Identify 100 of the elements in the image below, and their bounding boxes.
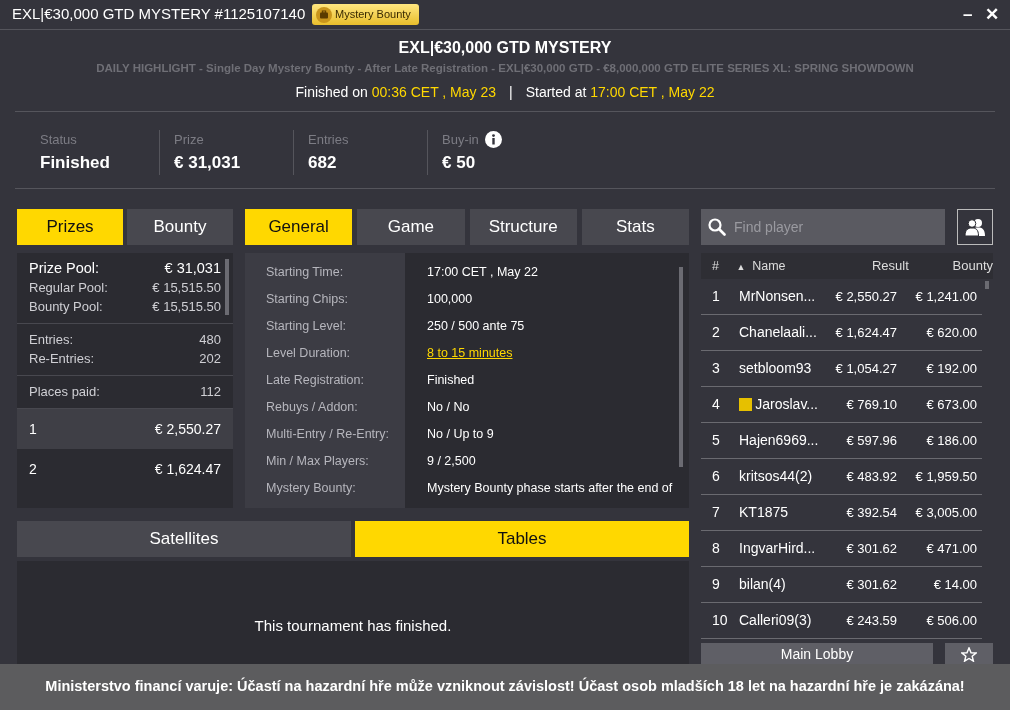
separator: | xyxy=(508,83,514,102)
detail-value: No / No xyxy=(427,399,470,417)
prize-tab[interactable]: Bounty xyxy=(127,209,233,245)
bounty-cell: € 471.00 xyxy=(926,540,977,556)
player-row[interactable]: 6 kritsos44(2) € 483.92 € 1,959.50 xyxy=(701,459,982,495)
payout-amount: € 1,624.47 xyxy=(154,459,221,479)
result-cell: € 392.54 xyxy=(846,504,897,520)
prize-value: € 15,515.50 xyxy=(152,298,221,316)
search-field[interactable]: Find player xyxy=(732,215,939,239)
window-title: EXL|€30,000 GTD MYSTERY #1125107140 xyxy=(12,4,306,25)
prize-label: Bounty Pool: xyxy=(29,298,103,316)
minimize-button[interactable]: – xyxy=(960,6,976,23)
detail-label: Late Registration: xyxy=(266,372,365,390)
players-button[interactable] xyxy=(957,209,993,245)
detail-label: Multi-Entry / Re-Entry: xyxy=(266,426,390,444)
result-cell: € 301.62 xyxy=(846,576,897,592)
player-row[interactable]: 8 IngvarHird... € 301.62 € 471.00 xyxy=(701,531,982,567)
prize-value: € 15,515.50 xyxy=(152,279,221,297)
player-name: Jaroslav... xyxy=(755,395,818,414)
close-button[interactable]: ✕ xyxy=(982,6,1002,23)
rank-cell: 3 xyxy=(712,360,720,376)
prize-value: 202 xyxy=(199,350,221,368)
player-name: IngvarHird... xyxy=(739,539,816,558)
stat-value: Finished xyxy=(40,151,111,174)
search-icon xyxy=(707,218,726,236)
tournament-title: EXL|€30,000 GTD MYSTERY xyxy=(398,38,612,58)
bounty-cell: € 186.00 xyxy=(926,432,977,448)
detail-label: Level Duration: xyxy=(266,345,352,363)
tournament-subtitle: DAILY HIGHLIGHT - Single Day Mystery Bounty - After Late Registration - EXL|€30,000 GTD - €8,000,000 GTD ELITE SERIES XL: SPRING SHOWDOWN xyxy=(96,61,914,76)
bottom-tab[interactable]: Satellites xyxy=(17,521,351,557)
player-row[interactable]: 10 Calleri09(3) € 243.59 € 506.00 xyxy=(701,603,982,639)
stat-label: Entries xyxy=(308,131,349,149)
player-row[interactable]: 9 bilan(4) € 301.62 € 14.00 xyxy=(701,567,982,603)
player-row[interactable]: 5 Hajen6969... € 597.96 € 186.00 xyxy=(701,423,982,459)
stat-value: € 50 xyxy=(442,151,477,174)
column-header[interactable]: Bounty xyxy=(952,258,993,274)
detail-label: Rebuys / Addon: xyxy=(266,399,359,417)
prize-label: Places paid: xyxy=(29,383,100,401)
payout-row[interactable]: 1 € 2,550.27 xyxy=(17,409,233,449)
info-tab[interactable]: Structure xyxy=(469,209,577,245)
player-name: Hajen6969... xyxy=(739,431,819,450)
info-icon[interactable] xyxy=(485,131,503,149)
rank-cell: 6 xyxy=(712,468,720,484)
detail-value: 9 / 2,500 xyxy=(427,453,476,471)
column-header[interactable]: Name xyxy=(752,258,786,273)
player-name: Chanelaali... xyxy=(739,323,817,342)
detail-label: Starting Time: xyxy=(266,264,345,282)
detail-label: Starting Level: xyxy=(266,318,347,336)
detail-value: Finished xyxy=(427,372,475,390)
rank-cell: 1 xyxy=(712,288,720,304)
stat-value: € 31,031 xyxy=(174,151,242,174)
rank-cell: 4 xyxy=(712,396,720,412)
info-tab[interactable]: General xyxy=(245,209,353,245)
player-row[interactable]: 3 setbloom93 € 1,054.27 € 192.00 xyxy=(701,351,982,387)
sort-indicator[interactable]: ▲ xyxy=(736,261,746,272)
favorite-button[interactable] xyxy=(945,643,993,665)
prize-value: € 31,031 xyxy=(164,259,221,278)
player-name: Calleri09(3) xyxy=(739,611,812,630)
player-name: setbloom93 xyxy=(739,359,812,378)
bounty-cell: € 620.00 xyxy=(926,324,977,340)
rank-cell: 7 xyxy=(712,504,720,520)
column-header: # xyxy=(712,258,719,273)
main-lobby-button[interactable]: Main Lobby xyxy=(701,643,933,665)
payout-row[interactable]: 2 € 1,624.47 xyxy=(17,449,233,489)
prize-value: 112 xyxy=(200,383,221,401)
detail-value: No / Up to 9 xyxy=(427,426,494,444)
bottom-tab[interactable]: Tables xyxy=(355,521,689,557)
detail-value: 17:00 CET , May 22 xyxy=(427,264,538,282)
search-box[interactable]: Find player xyxy=(701,209,945,245)
player-row[interactable]: 1 MrNonsen... € 2,550.27 € 1,241.00 xyxy=(701,279,982,315)
player-row[interactable]: 7 KT1875 € 392.54 € 3,005.00 xyxy=(701,495,982,531)
column-header[interactable]: Result xyxy=(871,258,909,274)
result-cell: € 301.62 xyxy=(846,540,897,556)
prize-label: Prize Pool: xyxy=(29,259,100,278)
detail-value: 100,000 xyxy=(427,291,473,309)
result-cell: € 2,550.27 xyxy=(835,288,897,304)
player-row[interactable]: 2 Chanelaali... € 1,624.47 € 620.00 xyxy=(701,315,982,351)
detail-value: 250 / 500 ante 75 xyxy=(427,318,525,336)
result-cell: € 769.10 xyxy=(846,396,897,412)
bounty-cell: € 3,005.00 xyxy=(915,504,977,520)
stat-label: Prize xyxy=(174,131,204,149)
status-message: This tournament has finished. xyxy=(254,617,452,635)
player-row[interactable]: 4 Jaroslav... € 769.10 € 673.00 xyxy=(701,387,982,423)
prize-tab[interactable]: Prizes xyxy=(17,209,123,245)
prize-value: 480 xyxy=(199,331,221,349)
info-tab[interactable]: Game xyxy=(357,209,465,245)
star-icon xyxy=(961,646,977,662)
player-name: kritsos44(2) xyxy=(739,467,813,486)
briefcase-icon xyxy=(315,6,332,23)
info-tab[interactable]: Stats xyxy=(581,209,689,245)
bounty-cell: € 506.00 xyxy=(926,612,977,628)
detail-value: Mystery Bounty phase starts after the end of xyxy=(427,480,673,498)
detail-label: Starting Chips: xyxy=(266,291,349,309)
level-duration-link[interactable]: 8 to 15 minutes xyxy=(427,344,513,363)
rank-cell: 2 xyxy=(712,324,720,340)
bounty-cell: € 673.00 xyxy=(926,396,977,412)
rank-cell: 5 xyxy=(712,432,720,448)
payout-amount: € 2,550.27 xyxy=(154,419,221,439)
detail-label: Min / Max Players: xyxy=(266,453,370,471)
stat-label: Buy-in xyxy=(442,131,479,149)
